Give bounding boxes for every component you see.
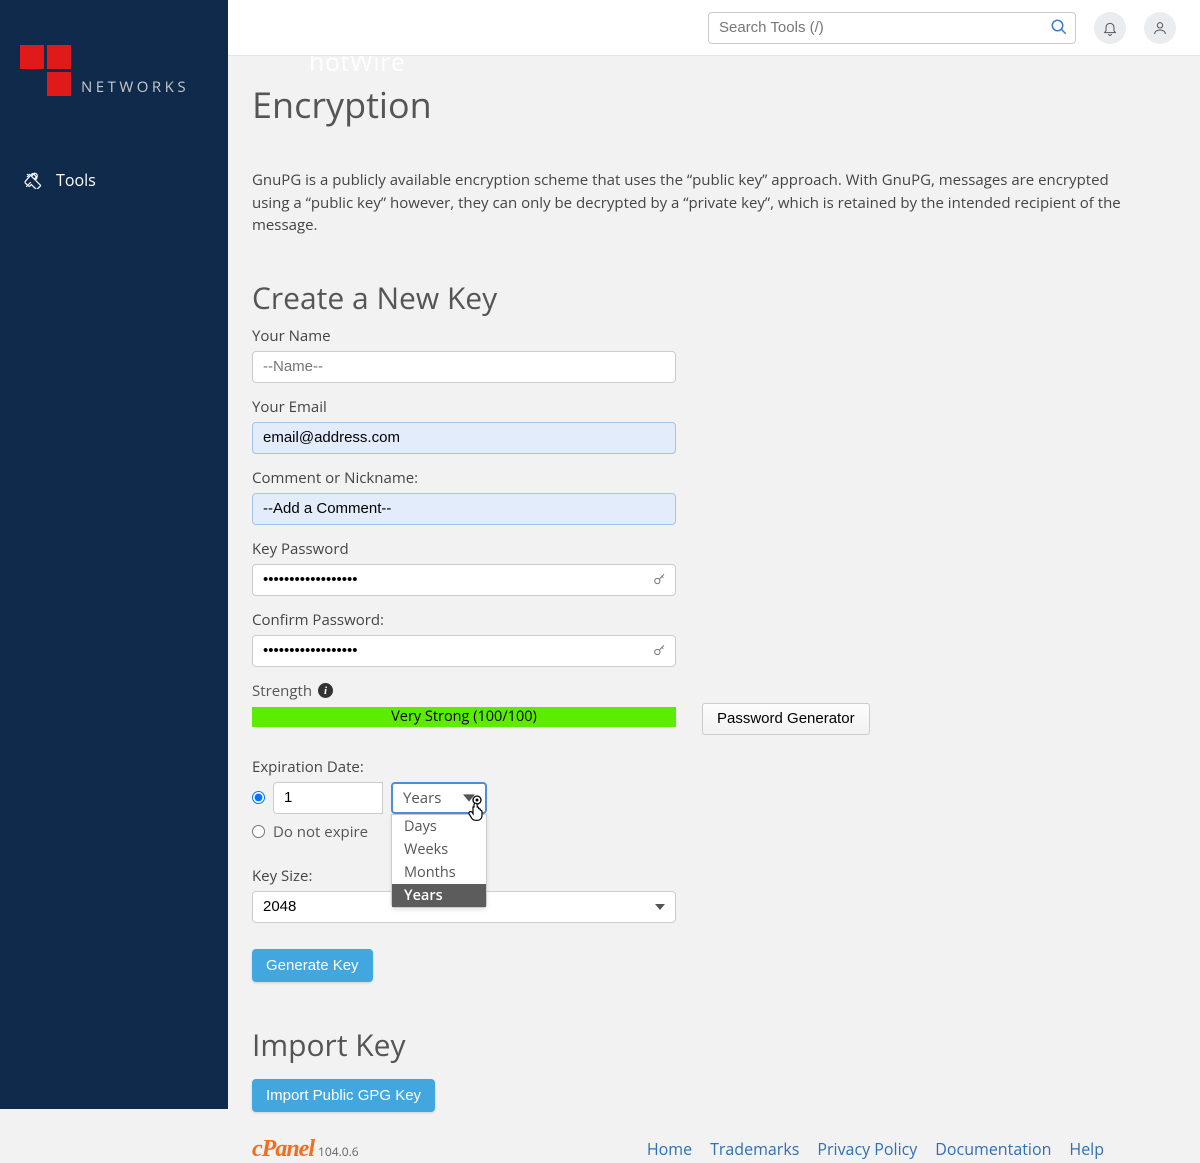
confirm-password-input[interactable]	[252, 635, 676, 667]
keysize-label: Key Size:	[252, 866, 1144, 886]
key-icon	[652, 571, 668, 587]
generate-key-button[interactable]: Generate Key	[252, 949, 373, 982]
topbar	[228, 0, 1200, 56]
page-description: GnuPG is a publicly available encryption…	[252, 169, 1122, 237]
brand-logo: hotWireSM NETWORKS	[0, 0, 228, 112]
no-expire-radio[interactable]	[252, 825, 265, 838]
comment-label: Comment or Nickname:	[252, 468, 1144, 488]
expiration-label: Expiration Date:	[252, 757, 1144, 777]
notifications-button[interactable]	[1094, 12, 1126, 44]
account-button[interactable]	[1144, 12, 1176, 44]
expiration-unit-select[interactable]: Years	[391, 782, 487, 814]
sidebar-item-label: Tools	[56, 169, 96, 191]
email-input[interactable]	[252, 422, 676, 454]
chevron-down-icon	[463, 792, 475, 804]
password-input[interactable]	[252, 564, 676, 596]
confirm-password-label: Confirm Password:	[252, 610, 1144, 630]
bell-icon	[1102, 20, 1118, 36]
user-icon	[1152, 20, 1168, 36]
main: Encryption GnuPG is a publicly available…	[228, 0, 1200, 1163]
unit-option-months[interactable]: Months	[392, 861, 486, 884]
strength-meter: Very Strong (100/100)	[252, 707, 676, 727]
unit-option-years[interactable]: Years	[392, 884, 486, 907]
footer: cPanel 104.0.6 Home Trademarks Privacy P…	[252, 1136, 1144, 1163]
cpanel-logo: cPanel	[252, 1136, 314, 1163]
comment-input[interactable]	[252, 493, 676, 525]
search-input[interactable]	[708, 12, 1076, 44]
cpanel-version: 104.0.6	[318, 1143, 359, 1160]
password-generator-button[interactable]: Password Generator	[702, 703, 870, 735]
info-icon[interactable]: i	[318, 683, 333, 698]
import-key-button[interactable]: Import Public GPG Key	[252, 1079, 435, 1112]
page-title: Encryption	[252, 80, 1144, 129]
expiration-unit-dropdown: Days Weeks Months Years	[391, 814, 487, 908]
key-icon	[652, 642, 668, 658]
footer-link-home[interactable]: Home	[647, 1138, 692, 1160]
password-label: Key Password	[252, 539, 1144, 559]
footer-link-help[interactable]: Help	[1069, 1138, 1104, 1160]
name-label: Your Name	[252, 326, 1144, 346]
no-expire-label: Do not expire	[273, 822, 368, 842]
unit-option-weeks[interactable]: Weeks	[392, 838, 486, 861]
email-label: Your Email	[252, 397, 1144, 417]
logo-icon	[20, 45, 71, 96]
search-icon[interactable]	[1050, 18, 1068, 36]
unit-option-days[interactable]: Days	[392, 815, 486, 838]
footer-link-documentation[interactable]: Documentation	[935, 1138, 1051, 1160]
sidebar: hotWireSM NETWORKS Tools	[0, 0, 228, 1109]
name-input[interactable]	[252, 351, 676, 383]
footer-link-trademarks[interactable]: Trademarks	[710, 1138, 799, 1160]
footer-link-privacy[interactable]: Privacy Policy	[817, 1138, 917, 1160]
create-key-heading: Create a New Key	[252, 277, 1144, 318]
tools-icon	[24, 171, 42, 189]
expiration-value-input[interactable]	[273, 782, 383, 814]
expire-radio[interactable]	[252, 791, 265, 804]
import-heading: Import Key	[252, 1024, 1144, 1065]
strength-label: Strength	[252, 681, 312, 701]
sidebar-item-tools[interactable]: Tools	[0, 157, 228, 203]
